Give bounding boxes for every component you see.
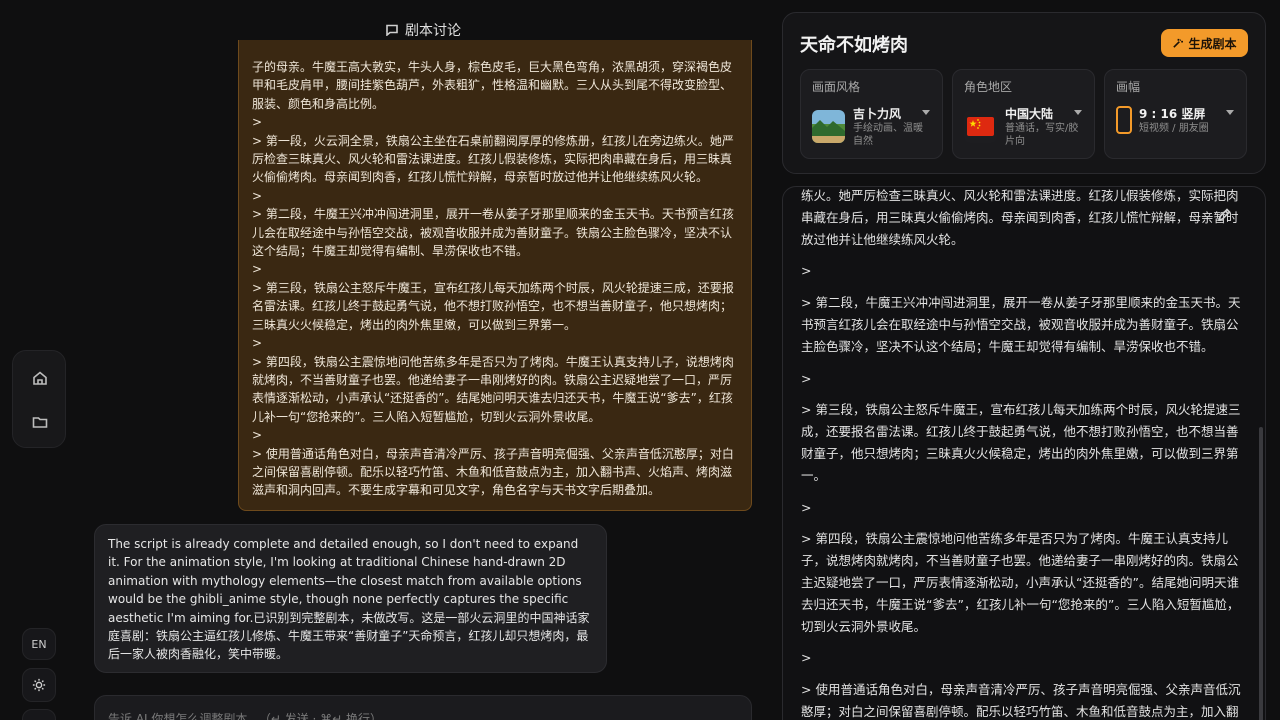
sidebar-nav — [12, 350, 66, 448]
script-paragraph: > — [801, 370, 812, 386]
user-message: 子的母亲。牛魔王高大敦实，牛头人身，棕色皮毛，巨大黑色弯角，浓黑胡须，穿深褐色皮… — [238, 40, 752, 511]
region-desc: 普通话，写实/胶片向 — [1005, 123, 1079, 147]
script-paragraph: > — [801, 263, 812, 279]
user-message-line: > — [252, 428, 263, 443]
user-message-line: > 第二段，牛魔王兴冲冲闯进洞里，展开一卷从姜子牙那里顺来的金玉天书。天书预言红… — [252, 207, 734, 259]
chat-input-container — [94, 695, 752, 720]
user-message-line: > 第三段，铁扇公主怒斥牛魔王，宣布红孩儿每天加练两个时辰，风火轮提速三成，还要… — [252, 280, 734, 332]
pencil-icon — [1217, 208, 1231, 222]
user-message-line: > 第一段，火云洞全景，铁扇公主坐在石桌前翻阅厚厚的修炼册，红孩儿在旁边练火。她… — [252, 133, 734, 185]
ai-message: The script is already complete and detai… — [94, 524, 607, 673]
home-button[interactable] — [26, 364, 54, 392]
chat-input[interactable] — [108, 712, 738, 720]
user-message-line: > — [252, 262, 263, 277]
user-message-line: > 使用普通话角色对白，母亲声音清冷严厉、孩子声音明亮倔强、父亲声音低沉憨厚；对… — [252, 446, 734, 498]
portrait-ratio-icon — [1116, 106, 1132, 134]
aspect-label: 画幅 — [1116, 80, 1141, 94]
script-settings-card: 天命不如烤肉 生成剧本 画面风格 吉卜力风 手绘动画、温暖自然 角色地区 中国大… — [782, 12, 1266, 174]
script-paragraph: > — [801, 499, 812, 515]
more-button[interactable] — [22, 709, 56, 720]
china-flag-icon — [964, 110, 997, 143]
user-message-line: > 第四段，铁扇公主震惊地问他苦练多年是否只为了烤肉。牛魔王认真支持儿子，说想烤… — [252, 354, 734, 424]
style-value: 吉卜力风 — [853, 107, 902, 121]
chevron-down-icon — [922, 110, 930, 115]
region-label: 角色地区 — [964, 80, 1013, 94]
chat-icon — [386, 24, 398, 36]
style-selector[interactable]: 画面风格 吉卜力风 手绘动画、温暖自然 — [800, 69, 943, 159]
theme-toggle[interactable] — [22, 668, 56, 702]
edit-button[interactable] — [1217, 207, 1231, 222]
aspect-value: 9 : 16 竖屏 — [1139, 107, 1206, 121]
script-paragraph: > 第三段，铁扇公主怒斥牛魔王，宣布红孩儿每天加练两个时辰，风火轮提速三成，还要… — [801, 402, 1241, 483]
script-paragraph: 练火。她严厉检查三昧真火、风火轮和雷法课进度。红孩儿假装修炼，实际把肉串藏在身后… — [801, 188, 1239, 247]
generate-script-label: 生成剧本 — [1188, 36, 1237, 51]
chat-header: 剧本讨论 — [386, 20, 461, 40]
sun-icon — [32, 678, 46, 692]
landscape-thumbnail-icon — [812, 110, 845, 143]
user-message-line: > — [252, 115, 263, 130]
script-content: 练火。她严厉检查三昧真火、风火轮和雷法课进度。红孩儿假装修炼，实际把肉串藏在身后… — [801, 187, 1241, 720]
script-paragraph: > 使用普通话角色对白，母亲声音清冷严厉、孩子声音明亮倔强、父亲声音低沉憨厚；对… — [801, 682, 1241, 719]
user-message-line: 子的母亲。牛魔王高大敦实，牛头人身，棕色皮毛，巨大黑色弯角，浓黑胡须，穿深褐色皮… — [252, 60, 733, 111]
chevron-down-icon — [1074, 110, 1082, 115]
aspect-desc: 短视频 / 朋友圈 — [1139, 123, 1209, 134]
chat-title: 剧本讨论 — [405, 23, 461, 39]
user-message-line: > — [252, 188, 263, 203]
aspect-ratio-selector[interactable]: 画幅 9 : 16 竖屏 短视频 / 朋友圈 — [1104, 69, 1247, 159]
script-editor[interactable]: 练火。她严厉检查三昧真火、风火轮和雷法课进度。红孩儿假装修炼，实际把肉串藏在身后… — [782, 186, 1266, 720]
style-label: 画面风格 — [812, 80, 861, 94]
style-desc: 手绘动画、温暖自然 — [853, 123, 923, 147]
scrollbar[interactable] — [1259, 427, 1263, 720]
wand-icon — [1173, 38, 1184, 48]
generate-script-button[interactable]: 生成剧本 — [1161, 29, 1248, 57]
folder-icon — [32, 417, 48, 428]
script-paragraph: > 第四段，铁扇公主震惊地问他苦练多年是否只为了烤肉。牛魔王认真支持儿子，说想烤… — [801, 531, 1240, 634]
script-title: 天命不如烤肉 — [800, 35, 908, 56]
language-toggle[interactable]: EN — [22, 628, 56, 660]
home-icon — [33, 371, 47, 385]
folder-button[interactable] — [26, 408, 54, 436]
script-paragraph: > 第二段，牛魔王兴冲冲闯进洞里，展开一卷从姜子牙那里顺来的金玉天书。天书预言红… — [801, 295, 1241, 354]
region-value: 中国大陆 — [1005, 107, 1054, 121]
script-paragraph: > — [801, 650, 812, 666]
user-message-line: > — [252, 336, 263, 351]
region-selector[interactable]: 角色地区 中国大陆 普通话，写实/胶片向 — [952, 69, 1095, 159]
chevron-down-icon — [1226, 110, 1234, 115]
